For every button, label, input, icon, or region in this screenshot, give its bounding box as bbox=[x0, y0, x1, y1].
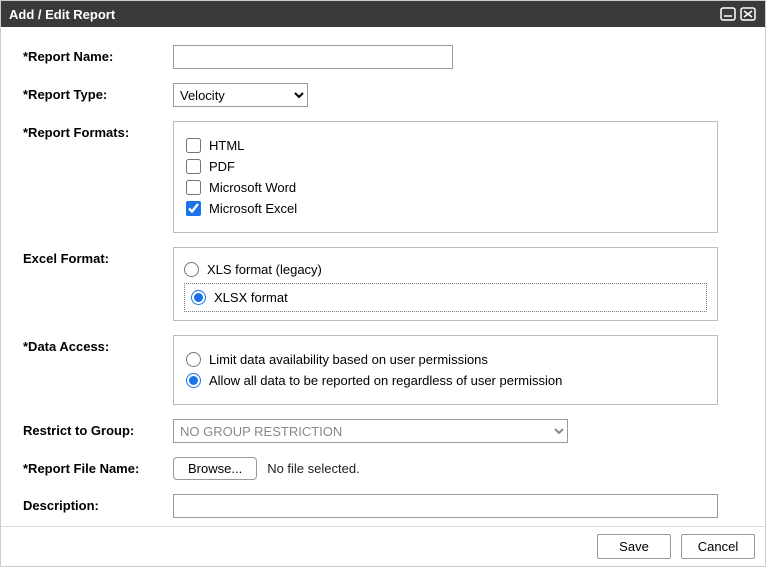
dialog-footer: Save Cancel bbox=[1, 526, 765, 566]
data-access-label: *Data Access: bbox=[23, 335, 173, 354]
report-name-label: *Report Name: bbox=[23, 45, 173, 64]
save-button[interactable]: Save bbox=[597, 534, 671, 559]
excel-xlsx-label: XLSX format bbox=[214, 290, 288, 305]
excel-xls-label: XLS format (legacy) bbox=[207, 262, 322, 277]
description-label: Description: bbox=[23, 494, 173, 513]
format-excel-checkbox[interactable] bbox=[186, 201, 201, 216]
data-access-group: Limit data availability based on user pe… bbox=[173, 335, 718, 405]
format-html-label: HTML bbox=[209, 138, 244, 153]
report-formats-group: HTML PDF Microsoft Word Microsoft Excel bbox=[173, 121, 718, 233]
report-type-select[interactable]: Velocity bbox=[173, 83, 308, 107]
close-icon[interactable] bbox=[739, 6, 757, 22]
report-formats-label: *Report Formats: bbox=[23, 121, 173, 140]
titlebar: Add / Edit Report bbox=[1, 1, 765, 27]
format-word-checkbox[interactable] bbox=[186, 180, 201, 195]
report-file-label: *Report File Name: bbox=[23, 457, 173, 476]
excel-format-group: XLS format (legacy) XLSX format bbox=[173, 247, 718, 321]
format-pdf-label: PDF bbox=[209, 159, 235, 174]
file-status-text: No file selected. bbox=[267, 461, 360, 476]
data-access-limit-radio[interactable] bbox=[186, 352, 201, 367]
dialog: Add / Edit Report *Report Name: *Report … bbox=[0, 0, 766, 567]
format-pdf-checkbox[interactable] bbox=[186, 159, 201, 174]
description-input[interactable] bbox=[173, 494, 718, 518]
data-access-all-label: Allow all data to be reported on regardl… bbox=[209, 373, 562, 388]
data-access-limit-label: Limit data availability based on user pe… bbox=[209, 352, 488, 367]
report-type-label: *Report Type: bbox=[23, 83, 173, 102]
excel-xls-radio[interactable] bbox=[184, 262, 199, 277]
format-word-label: Microsoft Word bbox=[209, 180, 296, 195]
excel-format-label: Excel Format: bbox=[23, 247, 173, 266]
restrict-group-label: Restrict to Group: bbox=[23, 419, 173, 438]
excel-xlsx-radio[interactable] bbox=[191, 290, 206, 305]
minimize-icon[interactable] bbox=[719, 6, 737, 22]
restrict-group-select[interactable]: NO GROUP RESTRICTION bbox=[173, 419, 568, 443]
report-name-input[interactable] bbox=[173, 45, 453, 69]
cancel-button[interactable]: Cancel bbox=[681, 534, 755, 559]
browse-button[interactable]: Browse... bbox=[173, 457, 257, 480]
dialog-body: *Report Name: *Report Type: Velocity *Re… bbox=[1, 27, 765, 526]
format-excel-label: Microsoft Excel bbox=[209, 201, 297, 216]
data-access-all-radio[interactable] bbox=[186, 373, 201, 388]
dialog-title: Add / Edit Report bbox=[9, 7, 115, 22]
format-html-checkbox[interactable] bbox=[186, 138, 201, 153]
